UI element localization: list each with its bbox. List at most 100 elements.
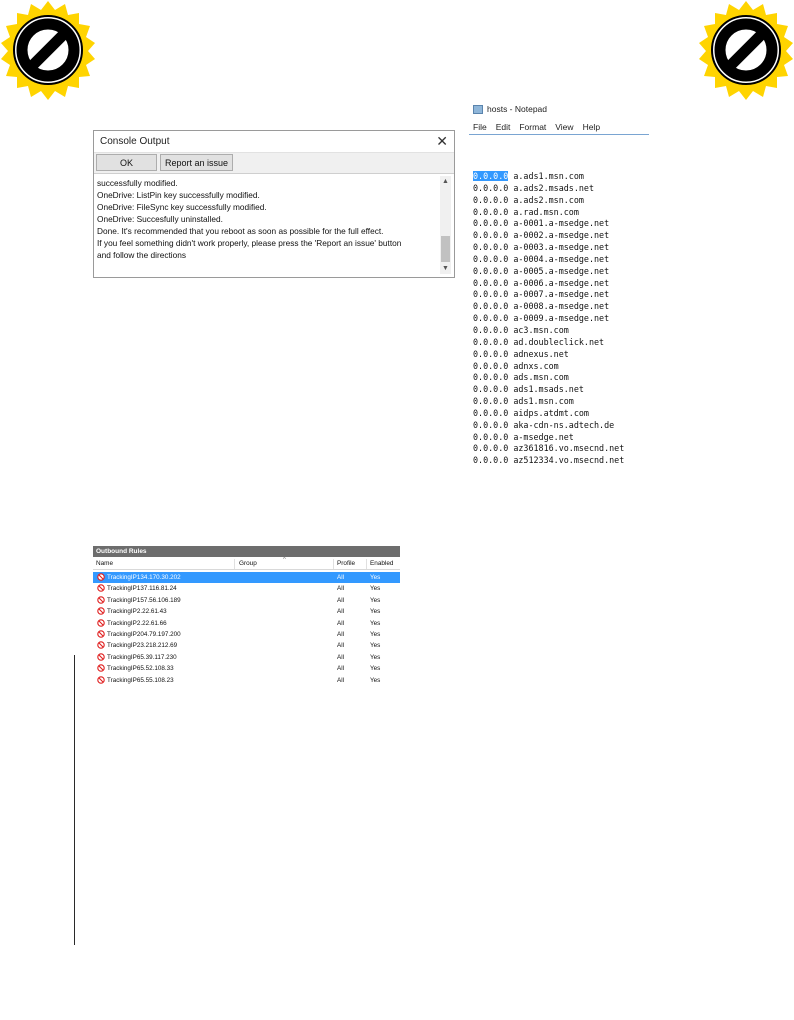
rule-name: TrackingIP65.55.108.23 (107, 676, 174, 684)
notepad-menubar: File Edit Format View Help (473, 122, 600, 132)
table-row[interactable]: TrackingIP65.39.117.230 All Yes (93, 652, 400, 663)
column-enabled[interactable]: Enabled (370, 560, 393, 567)
menu-edit[interactable]: Edit (496, 122, 511, 132)
rule-name: TrackingIP2.22.61.43 (107, 608, 167, 616)
table-row[interactable]: TrackingIP137.116.81.24 All Yes (93, 583, 400, 594)
block-icon (97, 618, 105, 627)
column-profile[interactable]: Profile (337, 560, 355, 567)
hosts-line: 0.0.0.0 a-0003.a-msedge.net (473, 242, 610, 253)
table-row[interactable]: TrackingIP134.170.30.202 All Yes (93, 572, 400, 583)
column-divider (333, 559, 334, 569)
rule-enabled: Yes (370, 676, 381, 684)
rule-profile: All (337, 642, 344, 650)
rule-enabled: Yes (370, 596, 381, 604)
hosts-line: 0.0.0.0 a.ads2.msn.com (473, 194, 584, 205)
block-icon (97, 630, 105, 638)
log-line: If you feel something didn't work proper… (97, 238, 402, 248)
notepad-window: hosts - Notepad File Edit Format View He… (469, 101, 649, 469)
hosts-line: 0.0.0.0 a-0001.a-msedge.net (473, 218, 610, 229)
log-line: and follow the directions (97, 250, 187, 260)
outbound-rules-header: Outbound Rules (93, 546, 400, 557)
table-row[interactable]: TrackingIP2.22.61.66 All Yes (93, 618, 400, 629)
rule-enabled: Yes (370, 653, 381, 661)
console-title: Console Output (100, 136, 170, 147)
hosts-line: 0.0.0.0 a-0004.a-msedge.net (473, 253, 610, 264)
rule-name: TrackingIP157.56.106.189 (107, 596, 181, 604)
hosts-line: 0.0.0.0 a.ads2.msads.net (473, 182, 595, 193)
hosts-line: 0.0.0.0 adnxs.com (473, 360, 559, 371)
close-icon[interactable]: ✕ (436, 133, 448, 150)
table-row[interactable]: TrackingIP65.52.108.33 All Yes (93, 663, 400, 674)
table-row[interactable]: TrackingIP2.22.61.43 All Yes (93, 606, 400, 617)
rule-profile: All (337, 676, 344, 684)
ok-button[interactable]: OK (96, 154, 157, 171)
block-icon (97, 675, 105, 684)
block-icon (97, 584, 105, 593)
column-divider (234, 559, 235, 569)
log-line: successfully modified. (97, 178, 178, 188)
column-group[interactable]: Group (239, 560, 257, 567)
hosts-line: 0.0.0.0 a-0006.a-msedge.net (473, 277, 610, 288)
rule-name: TrackingIP137.116.81.24 (107, 585, 177, 593)
rule-profile: All (337, 665, 344, 673)
rules-column-headers: Name Group ^ Profile Enabled (93, 557, 400, 570)
block-icon (97, 607, 105, 615)
hosts-line: 0.0.0.0 az512334.vo.msecnd.net (473, 455, 625, 466)
rule-name: TrackingIP2.22.61.66 (107, 619, 167, 627)
hosts-line: 0.0.0.0 a-0002.a-msedge.net (473, 230, 610, 241)
hosts-line: 0.0.0.0 ac3.msn.com (473, 324, 569, 335)
rule-name: TrackingIP65.39.117.230 (107, 653, 177, 661)
block-icon (97, 641, 105, 650)
menu-file[interactable]: File (473, 122, 487, 132)
hosts-line: 0.0.0.0 ad.doubleclick.net (473, 336, 605, 347)
scroll-up-icon[interactable]: ▲ (440, 178, 451, 185)
table-row[interactable]: TrackingIP23.218.212.69 All Yes (93, 640, 400, 651)
hosts-line: 0.0.0.0 ads1.msn.com (473, 396, 574, 407)
rule-enabled: Yes (370, 585, 381, 593)
menu-view[interactable]: View (555, 122, 573, 132)
rule-enabled: Yes (370, 665, 381, 673)
console-scrollbar[interactable]: ▲ ▼ (440, 176, 451, 274)
rule-enabled: Yes (370, 619, 381, 627)
rule-name: TrackingIP134.170.30.202 (107, 574, 181, 581)
rule-name: TrackingIP65.52.108.33 (107, 665, 174, 673)
scroll-thumb[interactable] (441, 236, 450, 262)
block-icon (97, 596, 105, 604)
block-icon (97, 573, 105, 581)
hosts-line: 0.0.0.0 a-0008.a-msedge.net (473, 301, 610, 312)
rule-profile: All (337, 574, 344, 581)
prohibited-sign-icon (1, 1, 95, 100)
outbound-rules-panel: Outbound Rules Name Group ^ Profile Enab… (93, 546, 400, 692)
hosts-text-area[interactable]: 0.0.0.0 a.ads1.msn.com 0.0.0.0 a.ads2.ms… (473, 171, 649, 467)
log-line: Done. It's recommended that you reboot a… (97, 226, 384, 236)
table-row[interactable]: TrackingIP157.56.106.189 All Yes (93, 595, 400, 606)
log-line: OneDrive: FileSync key successfully modi… (97, 202, 267, 212)
log-line: OneDrive: Succesfully uninstalled. (97, 214, 223, 224)
block-icon (97, 664, 105, 672)
prohibited-sign-icon (699, 1, 793, 100)
block-icon (97, 653, 105, 661)
rule-profile: All (337, 653, 344, 661)
console-log[interactable]: successfully modified. OneDrive: ListPin… (97, 177, 437, 273)
menu-format[interactable]: Format (519, 122, 546, 132)
hosts-line: 0.0.0.0 a-0009.a-msedge.net (473, 313, 610, 324)
menu-help[interactable]: Help (583, 122, 600, 132)
rule-profile: All (337, 619, 344, 627)
rule-name: TrackingIP23.218.212.69 (107, 642, 178, 650)
scroll-down-icon[interactable]: ▼ (440, 265, 451, 272)
report-issue-button[interactable]: Report an issue (160, 154, 233, 171)
hosts-line: 0.0.0.0 az361816.vo.msecnd.net (473, 443, 625, 454)
console-output-window: Console Output ✕ OK Report an issue succ… (93, 130, 455, 278)
hosts-line: 0.0.0.0 a-0005.a-msedge.net (473, 265, 610, 276)
table-row[interactable]: TrackingIP65.55.108.23 All Yes (93, 675, 400, 686)
rule-profile: All (337, 631, 344, 638)
rule-enabled: Yes (370, 631, 381, 638)
column-name[interactable]: Name (96, 560, 113, 567)
selected-text: 0.0.0.0 (473, 171, 509, 181)
log-line: OneDrive: ListPin key successfully modif… (97, 190, 260, 200)
hosts-line: 0.0.0.0 adnexus.net (473, 348, 569, 359)
hosts-line: 0.0.0.0 a-msedge.net (473, 431, 574, 442)
rule-enabled: Yes (370, 574, 381, 581)
hosts-line: 0.0.0.0 a.ads1.msn.com (473, 171, 584, 181)
table-row[interactable]: TrackingIP204.79.197.200 All Yes (93, 629, 400, 640)
